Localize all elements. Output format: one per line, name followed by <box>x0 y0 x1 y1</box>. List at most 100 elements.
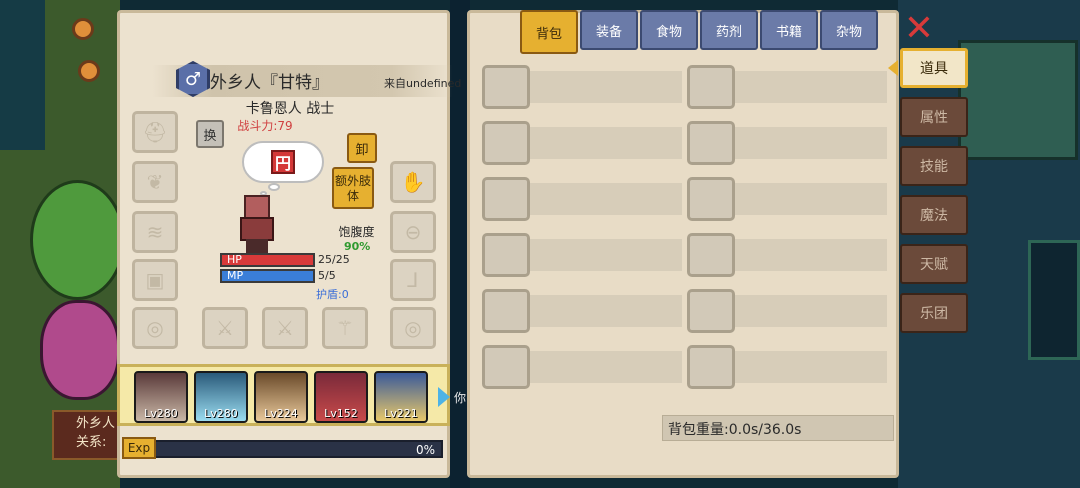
cape-slot[interactable]: ≋ <box>132 211 178 253</box>
unequip-button[interactable]: 卸 <box>347 133 377 163</box>
inventory-slot-bar <box>524 295 682 327</box>
exp-bar: 0% <box>153 440 443 458</box>
character-origin: 来自undefined <box>384 77 462 90</box>
sword-icon: ⚔ <box>276 316 294 340</box>
inventory-slot-box <box>482 177 530 221</box>
sprite-legs <box>246 239 268 253</box>
inventory-slot-box <box>482 233 530 277</box>
character-name: 外乡人『甘特』 <box>210 73 329 93</box>
character-sprite <box>238 195 276 255</box>
inventory-slot-box <box>687 121 735 165</box>
hp-bar: HP <box>220 253 315 267</box>
satiety-value: 90% <box>344 240 371 253</box>
inventory-slot-bar <box>729 351 887 383</box>
building-icon <box>1028 240 1080 360</box>
party-member-level: Lv152 <box>324 407 358 420</box>
helmet-icon: ⛑ <box>142 120 168 144</box>
exp-percent: 0% <box>415 443 435 457</box>
inventory-slot-box <box>482 65 530 109</box>
inventory-slot-bar <box>729 71 887 103</box>
inventory-slot-bar <box>729 239 887 271</box>
boots-icon: ⅃ <box>407 268 419 292</box>
cape-icon: ≋ <box>146 220 164 244</box>
flower-icon <box>78 60 100 82</box>
inventory-slot-box <box>482 345 530 389</box>
ring2-slot[interactable]: ◎ <box>390 307 436 349</box>
party-member-level: Lv224 <box>264 407 298 420</box>
party-member-slot[interactable]: Lv221 <box>374 371 428 423</box>
sprite-body <box>240 217 274 241</box>
inventory-slot-bar <box>729 295 887 327</box>
mp-value: 5/5 <box>318 269 336 282</box>
tab-5[interactable]: 杂物 <box>820 10 878 50</box>
inventory-weight: 背包重量:0.0s/36.0s <box>662 415 894 441</box>
inventory-slot-bar <box>524 351 682 383</box>
belt-slot[interactable]: ⊖ <box>390 211 436 253</box>
tree-icon <box>40 300 120 400</box>
sprite-head <box>244 195 270 219</box>
amulet-slot[interactable]: ❦ <box>132 161 178 203</box>
inventory-slot-box <box>482 289 530 333</box>
shield-value: 护盾:0 <box>316 288 349 301</box>
ring-slot[interactable]: ◎ <box>132 307 178 349</box>
glove-slot[interactable]: ✋ <box>390 161 436 203</box>
thought-symbol-icon: 円 <box>271 150 295 174</box>
side-tab-4[interactable]: 天赋 <box>900 244 968 284</box>
inventory-slot-box <box>687 177 735 221</box>
party-member-level: Lv221 <box>384 407 418 420</box>
sword-icon: ⚔ <box>216 316 234 340</box>
ring-icon: ◎ <box>404 316 422 340</box>
party-member-level: Lv280 <box>204 407 238 420</box>
exp-badge: Exp <box>122 437 156 459</box>
accessory-slot[interactable]: ⚚ <box>322 307 368 349</box>
side-tab-3[interactable]: 魔法 <box>900 195 968 235</box>
side-tab-0[interactable]: 道具 <box>900 48 968 88</box>
weapon-slot-2[interactable]: ⚔ <box>262 307 308 349</box>
hp-value: 25/25 <box>318 253 350 266</box>
party-member-slot[interactable]: Lv152 <box>314 371 368 423</box>
combat-power: 战斗力:79 <box>237 119 293 133</box>
close-icon[interactable]: ✕ <box>902 11 936 47</box>
tab-4[interactable]: 书籍 <box>760 10 818 50</box>
party-next-arrow-icon[interactable] <box>438 387 450 407</box>
tab-1[interactable]: 装备 <box>580 10 638 50</box>
belt-icon: ⊖ <box>404 220 422 244</box>
glove-icon: ✋ <box>400 170 426 194</box>
weapon-slot-1[interactable]: ⚔ <box>202 307 248 349</box>
inventory-slot-bar <box>524 239 682 271</box>
inventory-panel: 背包 装备 食物 药剂 书籍 杂物 背包重量:0.0s/36.0s <box>467 10 899 478</box>
tab-0[interactable]: 背包 <box>520 10 578 54</box>
building-icon <box>958 40 1078 160</box>
tab-3[interactable]: 药剂 <box>700 10 758 50</box>
inventory-slot-box <box>687 345 735 389</box>
side-tab-5[interactable]: 乐团 <box>900 293 968 333</box>
party-strip: Lv280 Lv280 Lv224 Lv152 Lv221 你 <box>117 364 466 426</box>
inventory-slot-box <box>687 289 735 333</box>
party-member-level: Lv280 <box>144 407 178 420</box>
tree-icon <box>30 180 125 300</box>
extra-limb-button[interactable]: 额外肢体 <box>332 167 374 209</box>
thought-bubble-dot <box>268 183 280 191</box>
satiety-label: 饱腹度 <box>338 225 375 239</box>
party-overflow-text: 你 <box>454 391 467 405</box>
inventory-slot-box <box>687 65 735 109</box>
exp-row: 0% Exp <box>117 432 450 468</box>
armor-slot[interactable]: ▣ <box>132 259 178 301</box>
swap-button[interactable]: 换 <box>196 120 224 148</box>
party-member-slot[interactable]: Lv224 <box>254 371 308 423</box>
party-member-slot[interactable]: Lv280 <box>134 371 188 423</box>
boots-slot[interactable]: ⅃ <box>390 259 436 301</box>
party-member-slot[interactable]: Lv280 <box>194 371 248 423</box>
thought-bubble: 円 <box>242 141 324 183</box>
active-indicator-icon <box>888 60 898 76</box>
inventory-slot-bar <box>524 71 682 103</box>
inventory-slot-bar <box>729 183 887 215</box>
inventory-slot-box <box>482 121 530 165</box>
character-class: 卡鲁恩人 战士 <box>245 101 335 117</box>
amulet-icon: ❦ <box>146 170 164 194</box>
side-tab-2[interactable]: 技能 <box>900 146 968 186</box>
helmet-slot[interactable]: ⛑ <box>132 111 178 153</box>
side-tab-1[interactable]: 属性 <box>900 97 968 137</box>
tab-2[interactable]: 食物 <box>640 10 698 50</box>
mp-bar: MP <box>220 269 315 283</box>
